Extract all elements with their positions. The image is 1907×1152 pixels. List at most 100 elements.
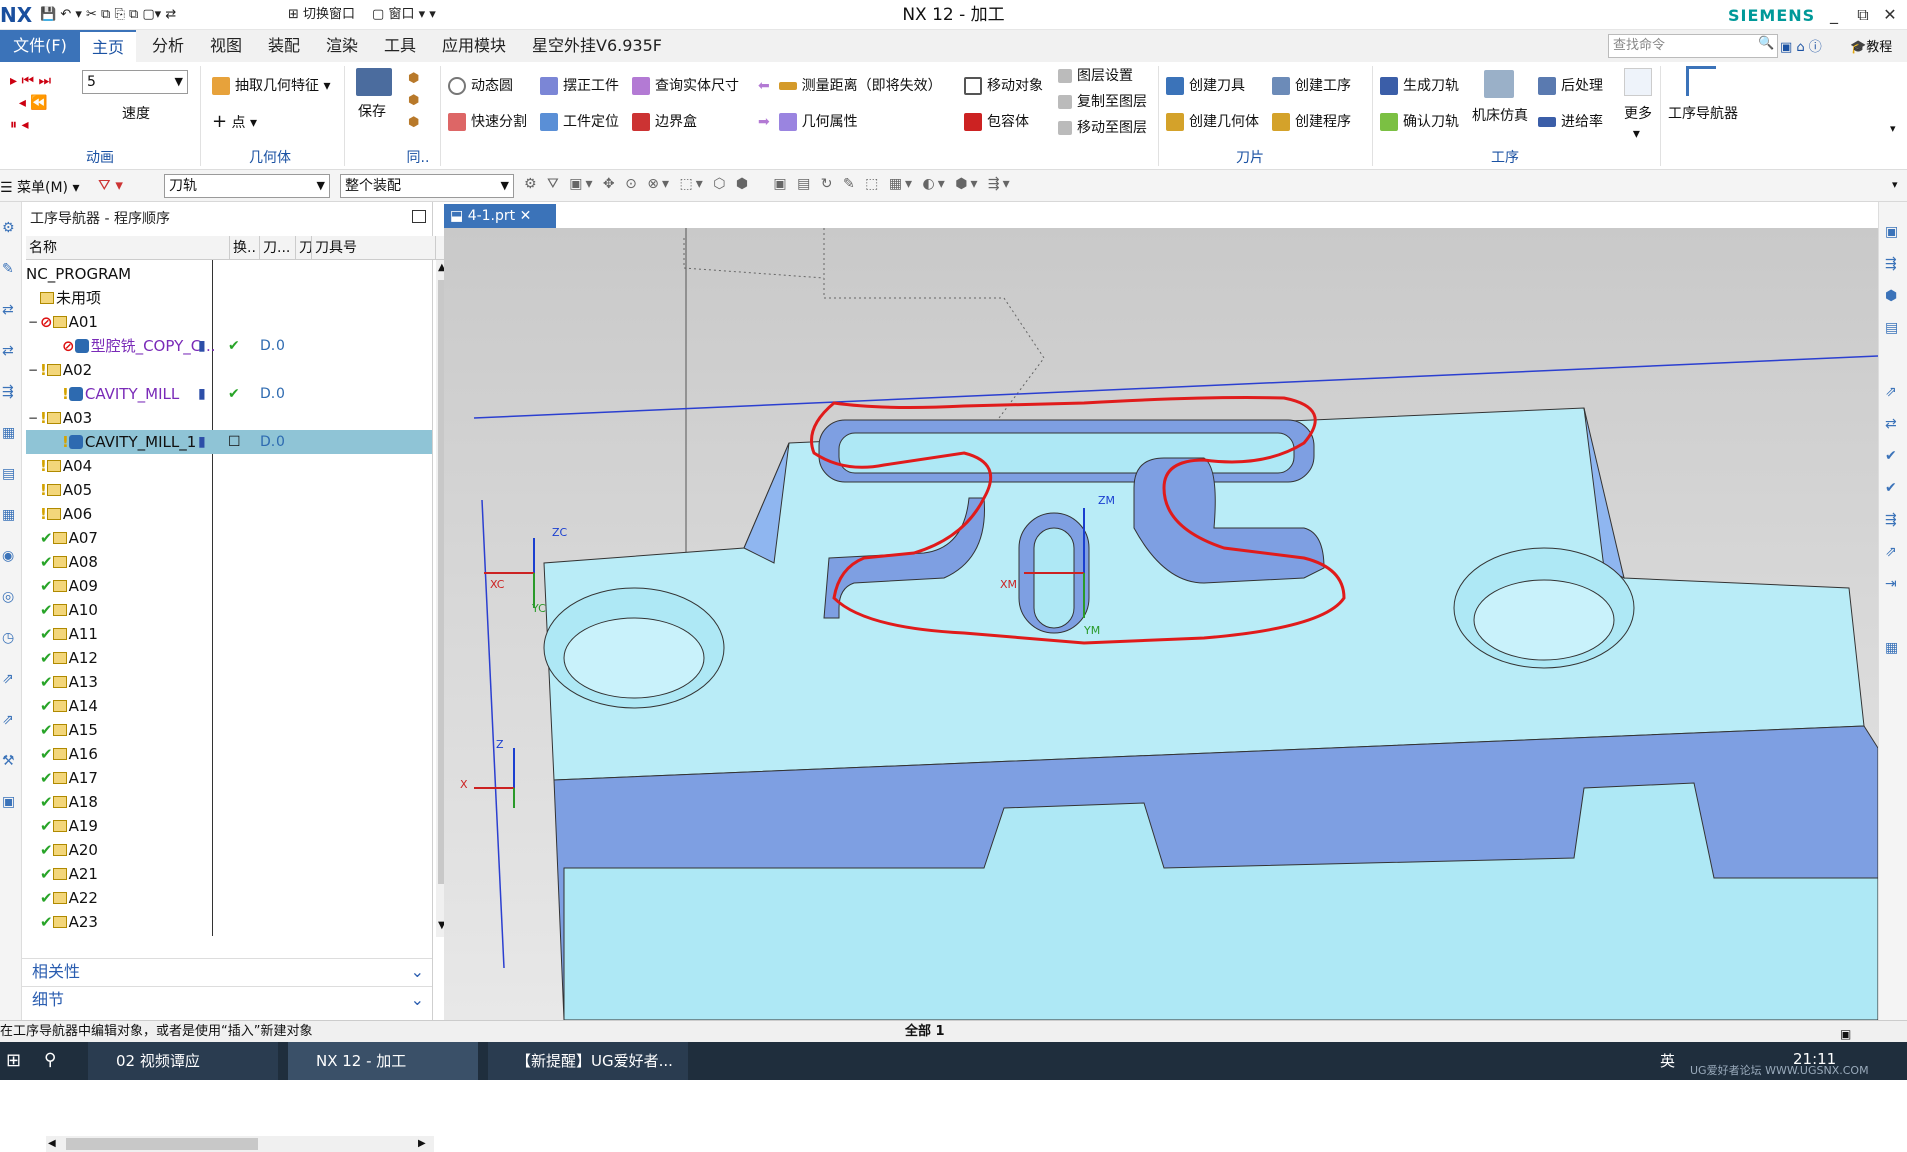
type-filter-select[interactable]: 刀轨 ▼ — [164, 174, 330, 198]
program-row[interactable]: − ⊘ A01 — [26, 310, 432, 334]
col-name[interactable]: 名称 — [26, 236, 230, 260]
collapse-toggle[interactable]: − — [28, 358, 38, 382]
col-tool-number[interactable]: 刀具号 — [312, 236, 436, 260]
col-toolpath[interactable]: 刀... — [260, 236, 296, 260]
collapse-toggle[interactable]: − — [28, 406, 38, 430]
save-button[interactable]: 保存 — [358, 102, 386, 124]
graphics-viewport[interactable]: ZC XC YC ZM XM YM Z X — [444, 228, 1878, 1020]
move-object-button[interactable]: 移动对象 — [964, 76, 1043, 98]
search-icon[interactable]: 🔍 — [1758, 36, 1774, 51]
program-row[interactable]: ✔ A22 — [26, 886, 432, 910]
machine-sim-button[interactable]: 机床仿真 — [1472, 106, 1528, 128]
program-row[interactable]: 未用项 — [26, 286, 432, 310]
scroll-left-icon[interactable]: ◀ — [48, 1138, 56, 1149]
create-tool-button[interactable]: 创建刀具 — [1166, 76, 1245, 98]
program-row[interactable]: ✔ A09 — [26, 574, 432, 598]
animation-controls[interactable]: ▸ ⏮ ⏭ ◂ ⏪ ⏸ ◂ — [10, 70, 51, 136]
program-row[interactable]: ✔ A13 — [26, 670, 432, 694]
tutorial-link[interactable]: 🎓教程 — [1850, 36, 1892, 55]
navigator-icon[interactable] — [1686, 66, 1716, 96]
filter-icons[interactable]: ⛛ ▾ — [98, 176, 123, 194]
save-icon[interactable] — [356, 68, 392, 96]
right-tool-icons[interactable]: ▣ ⇶ ⬢ ▤ ⇗ ⇄ ✔ ✔ ⇶ ⇗ ⇥ ▦ — [1885, 216, 1898, 664]
toolbar-chevron-icon[interactable]: ▾ — [1892, 178, 1898, 191]
col-tool-change[interactable]: 换.. — [230, 236, 260, 260]
program-row[interactable]: ✔ A12 — [26, 646, 432, 670]
taskbar-item-browser[interactable]: 【新提醒】UG爱好者... — [488, 1042, 688, 1080]
create-program-button[interactable]: 创建程序 — [1272, 112, 1351, 134]
program-row[interactable]: ✔ A17 — [26, 766, 432, 790]
operation-row[interactable]: ⊘ 型腔铣_COPY_C... ▮ ✔ D. 0 — [26, 334, 432, 358]
col-tool[interactable]: 刀 — [296, 236, 312, 260]
operation-row[interactable]: ! CAVITY_MILL_1 ▮ ☐ D. 0 — [26, 430, 432, 454]
navigator-button[interactable]: 工序导航器 — [1668, 104, 1738, 126]
more-icon[interactable] — [1624, 68, 1652, 96]
program-row[interactable]: −! A03 — [26, 406, 432, 430]
part-locate-button[interactable]: 工件定位 — [540, 112, 619, 134]
details-panel[interactable]: 细节 ⌄ — [22, 986, 432, 1012]
tab-application[interactable]: 应用模块 — [430, 30, 518, 62]
program-row[interactable]: ✔ A18 — [26, 790, 432, 814]
tab-render[interactable]: 渲染 — [314, 30, 370, 62]
taskbar-item-nx[interactable]: NX 12 - 加工 — [288, 1042, 478, 1080]
move-to-layer-button[interactable]: 移动至图层 — [1058, 118, 1147, 140]
taskbar-item-folder[interactable]: 02 视频谭应 — [88, 1042, 278, 1080]
create-geometry-button[interactable]: 创建几何体 — [1166, 112, 1259, 134]
generate-toolpath-button[interactable]: 生成刀轨 — [1380, 76, 1459, 98]
program-row[interactable]: ✔ A23 — [26, 910, 432, 934]
windows-start-icon[interactable]: ⊞ — [6, 1050, 21, 1071]
program-row[interactable]: ✔ A14 — [26, 694, 432, 718]
feed-rate-button[interactable]: 进给率 — [1538, 112, 1603, 134]
machine-sim-icon[interactable] — [1484, 70, 1514, 98]
more-button[interactable]: 更多 ▾ — [1624, 104, 1652, 142]
program-row[interactable]: ! A05 — [26, 478, 432, 502]
menu-button[interactable]: ☰ 菜单(M) ▾ — [0, 177, 80, 197]
quick-split-button[interactable]: 快速分割 — [448, 112, 527, 134]
program-row[interactable]: −! A02 — [26, 358, 432, 382]
query-size-button[interactable]: 查询实体尺寸 — [632, 76, 739, 98]
dynamic-circle-button[interactable]: 动态圆 — [448, 76, 513, 98]
measure-distance-button[interactable]: ⬅ 测量距离（即将失效） — [758, 76, 942, 98]
program-row[interactable]: ✔ A19 — [26, 814, 432, 838]
resource-icons[interactable]: ⚙ ✎ ⇄ ⇄ ⇶ ▦ ▤ ▦ ◉ ◎ ◷ ⇗ ⇗ ⚒ ▣ — [2, 208, 15, 823]
program-row[interactable]: ✔ A21 — [26, 862, 432, 886]
snap-toolbar[interactable]: ⚙ ⛛ ▣▾ ✥ ⊙ ⊗▾ ⬚▾ ⬡ ⬢ ▣ ▤ ↻ ✎ ⬚ ▦▾ ◐▾ ⬢▾ … — [524, 176, 1013, 192]
program-row[interactable]: ! A06 — [26, 502, 432, 526]
tab-tools[interactable]: 工具 — [372, 30, 428, 62]
tab-view[interactable]: 视图 — [198, 30, 254, 62]
create-operation-button[interactable]: 创建工序 — [1272, 76, 1351, 98]
program-row[interactable]: ✔ A20 — [26, 838, 432, 862]
scroll-right-icon[interactable]: ▶ — [418, 1138, 426, 1149]
ribbon-chevron-icon[interactable]: ▾ — [1890, 122, 1896, 135]
ime-indicator[interactable]: 英 — [1660, 1050, 1675, 1071]
collapse-toggle[interactable]: − — [28, 310, 38, 334]
geometry-props-button[interactable]: ➡ 几何属性 — [758, 112, 858, 134]
search-icon[interactable]: ⚲ — [44, 1050, 56, 1070]
close-button[interactable]: ✕ — [1873, 3, 1907, 27]
bounding-box-button[interactable]: 边界盒 — [632, 112, 697, 134]
program-row[interactable]: ✔ A10 — [26, 598, 432, 622]
file-menu[interactable]: 文件(F) — [0, 30, 80, 62]
wrap-body-button[interactable]: 包容体 — [964, 112, 1029, 134]
scope-filter-select[interactable]: 整个装配 ▼ — [340, 174, 514, 198]
close-tab-icon[interactable]: ✕ — [520, 208, 532, 224]
operation-row[interactable]: ! CAVITY_MILL ▮ ✔ D. 0 — [26, 382, 432, 406]
help-icons[interactable]: ▣ ⌂ ⓘ — [1780, 36, 1822, 55]
tab-assembly[interactable]: 装配 — [256, 30, 312, 62]
tab-home[interactable]: 主页 — [80, 30, 137, 62]
verify-toolpath-button[interactable]: 确认刀轨 — [1380, 112, 1459, 134]
tab-analysis[interactable]: 分析 — [140, 30, 196, 62]
horizontal-scroll-thumb[interactable] — [66, 1138, 258, 1150]
program-row[interactable]: ✔ A08 — [26, 550, 432, 574]
program-row[interactable]: ✔ A11 — [26, 622, 432, 646]
program-row[interactable]: ✔ A07 — [26, 526, 432, 550]
maximize-icon[interactable] — [412, 210, 426, 223]
place-part-button[interactable]: 摆正工件 — [540, 76, 619, 98]
program-row[interactable]: ! A04 — [26, 454, 432, 478]
speed-select[interactable]: 5 ▼ — [82, 70, 188, 94]
tab-plugin[interactable]: 星空外挂V6.935F — [520, 30, 674, 62]
layer-settings-button[interactable]: 图层设置 — [1058, 66, 1133, 88]
program-row[interactable]: ✔ A16 — [26, 742, 432, 766]
dependencies-panel[interactable]: 相关性 ⌄ — [22, 958, 432, 984]
postprocess-button[interactable]: 后处理 — [1538, 76, 1603, 98]
